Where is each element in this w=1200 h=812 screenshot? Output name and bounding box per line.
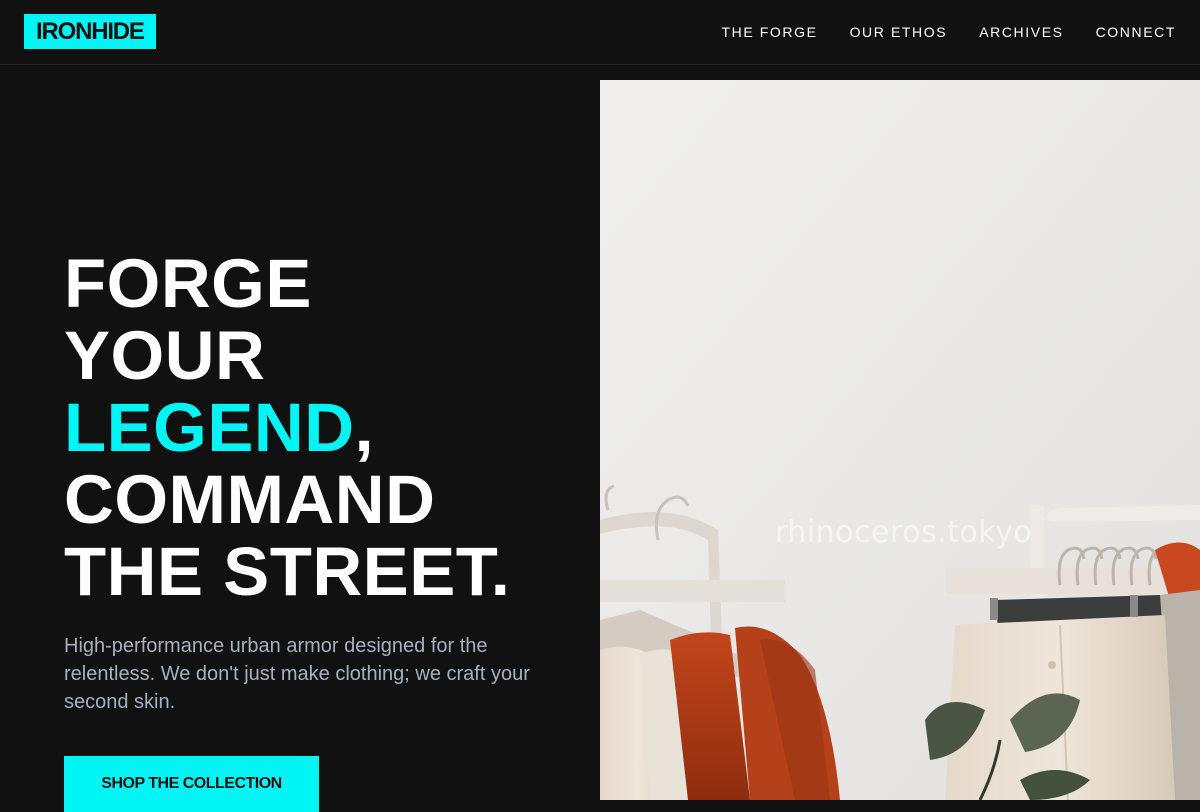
nav-link-the-forge[interactable]: THE FORGE <box>721 24 817 40</box>
nav-link-connect[interactable]: CONNECT <box>1096 24 1176 40</box>
site-header: IRONHIDE THE FORGE OUR ETHOS ARCHIVES CO… <box>0 0 1200 65</box>
hero-description: High-performance urban armor designed fo… <box>64 635 530 713</box>
hero-title-line: LEGEND, <box>64 392 510 464</box>
hero-title: FORGE YOUR LEGEND, COMMAND THE STREET. <box>64 248 510 608</box>
hero-title-line: FORGE <box>64 245 312 322</box>
nav-link-our-ethos[interactable]: OUR ETHOS <box>850 24 948 40</box>
shop-collection-button[interactable]: SHOP THE COLLECTION <box>64 756 319 812</box>
nav-link-archives[interactable]: ARCHIVES <box>979 24 1063 40</box>
image-watermark: rhinoceros.tokyo <box>775 515 1033 550</box>
hero-image-clothing-rack: rhinoceros.tokyo <box>600 80 1200 800</box>
hero-title-line: COMMAND <box>64 461 436 538</box>
brand-logo[interactable]: IRONHIDE <box>24 14 156 49</box>
hero-title-accent: LEGEND <box>64 389 355 466</box>
hero-title-comma: , <box>354 389 375 466</box>
hero-title-line: YOUR <box>64 317 266 394</box>
main-nav: THE FORGE OUR ETHOS ARCHIVES CONNECT <box>721 0 1176 64</box>
clothing-rack-illustration <box>600 80 1200 800</box>
hero-title-line: THE STREET. <box>64 533 511 610</box>
